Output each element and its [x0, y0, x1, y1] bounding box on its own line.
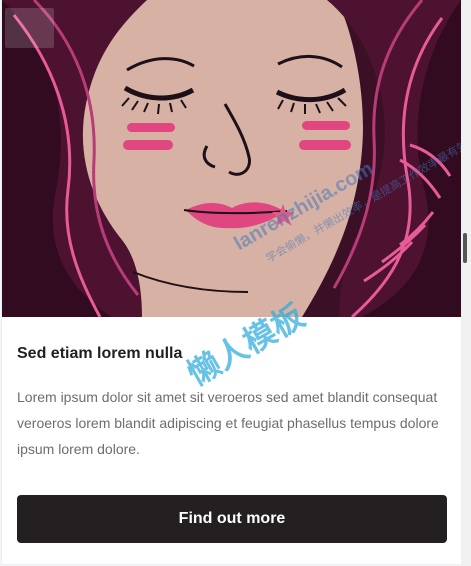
find-out-more-button[interactable]: Find out more	[17, 495, 447, 543]
page-viewport: Sed etiam lorem nulla Lorem ipsum dolor …	[0, 0, 471, 566]
card-content: Sed etiam lorem nulla Lorem ipsum dolor …	[2, 317, 461, 543]
card-title: Sed etiam lorem nulla	[17, 345, 183, 362]
scrollbar-thumb[interactable]	[463, 233, 467, 263]
scrollbar-track[interactable]	[461, 0, 471, 566]
girl-illustration	[2, 0, 461, 317]
overlay-button[interactable]	[5, 8, 54, 48]
hero-image	[2, 0, 461, 317]
card-description: Lorem ipsum dolor sit amet sit veroeros …	[17, 389, 439, 457]
content-card: Sed etiam lorem nulla Lorem ipsum dolor …	[2, 0, 461, 564]
